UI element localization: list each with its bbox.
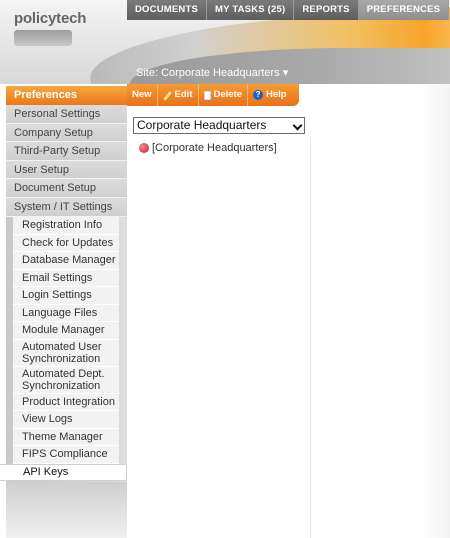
submenu-item-automated-dept-sync[interactable]: Automated Dept. Synchronization bbox=[13, 366, 119, 394]
toolbar: New Edit Delete ? Help bbox=[127, 84, 299, 106]
edit-button-label: Edit bbox=[174, 89, 193, 100]
main-panel bbox=[127, 106, 450, 538]
sidebar-item-personal-settings[interactable]: Personal Settings bbox=[6, 105, 127, 124]
site-dropdown-value: Corporate Headquarters bbox=[137, 118, 267, 132]
site-dropdown[interactable]: Corporate Headquarters bbox=[133, 117, 305, 134]
submenu-item-registration-info[interactable]: Registration Info bbox=[13, 217, 119, 235]
sidebar-item-user-setup[interactable]: User Setup bbox=[6, 160, 127, 180]
trash-icon bbox=[203, 90, 211, 100]
delete-button[interactable]: Delete bbox=[199, 84, 249, 106]
submenu-item-automated-user-sync[interactable]: Automated User Synchronization bbox=[13, 339, 119, 367]
edit-button[interactable]: Edit bbox=[158, 84, 199, 106]
app-logo: policytech bbox=[14, 10, 87, 27]
tab-documents[interactable]: DOCUMENTS bbox=[127, 0, 208, 20]
help-button[interactable]: ? Help bbox=[248, 84, 292, 106]
submenu-item-module-manager[interactable]: Module Manager bbox=[13, 322, 119, 340]
panel-divider bbox=[310, 138, 311, 538]
sidebar-footer bbox=[6, 482, 127, 538]
help-button-label: Help bbox=[266, 89, 287, 100]
site-tree-item[interactable]: [Corporate Headquarters] bbox=[139, 142, 277, 154]
logo-graphic bbox=[14, 30, 72, 46]
tab-preferences[interactable]: PREFERENCES bbox=[358, 0, 450, 20]
sidebar-item-third-party-setup[interactable]: Third-Party Setup bbox=[6, 142, 127, 161]
sidebar-menu: Personal Settings Company Setup Third-Pa… bbox=[6, 105, 127, 217]
sidebar-item-company-setup[interactable]: Company Setup bbox=[6, 123, 127, 143]
site-value[interactable]: Corporate Headquarters bbox=[161, 67, 280, 79]
app-header: policytech DOCUMENTS MY TASKS (25) REPOR… bbox=[0, 0, 450, 84]
sidebar-item-system-it-settings[interactable]: System / IT Settings bbox=[6, 197, 127, 217]
submenu-item-product-integration[interactable]: Product Integration bbox=[13, 393, 119, 411]
tab-my-tasks[interactable]: MY TASKS (25) bbox=[207, 0, 295, 20]
submenu-item-theme-manager[interactable]: Theme Manager bbox=[13, 428, 119, 446]
site-icon bbox=[139, 143, 149, 153]
submenu-item-login-settings[interactable]: Login Settings bbox=[13, 287, 119, 305]
sidebar-header: Preferences bbox=[6, 86, 127, 105]
right-edge-shade bbox=[420, 84, 450, 538]
tab-reports[interactable]: REPORTS bbox=[294, 0, 359, 20]
help-icon: ? bbox=[253, 90, 264, 100]
submenu-item-check-for-updates[interactable]: Check for Updates bbox=[13, 234, 119, 252]
site-tree-label: [Corporate Headquarters] bbox=[152, 142, 277, 154]
submenu-item-database-manager[interactable]: Database Manager bbox=[13, 252, 119, 270]
new-button[interactable]: New bbox=[127, 84, 158, 106]
system-settings-submenu: Registration Info Check for Updates Data… bbox=[13, 217, 119, 464]
chevron-down-icon[interactable]: ▾ bbox=[283, 67, 289, 79]
submenu-item-view-logs[interactable]: View Logs bbox=[13, 411, 119, 429]
site-label: Site: bbox=[136, 67, 159, 79]
submenu-item-api-keys-selected[interactable]: API Keys bbox=[0, 464, 127, 481]
pencil-icon bbox=[163, 91, 172, 100]
chevron-down-icon bbox=[292, 120, 303, 131]
submenu-item-email-settings[interactable]: Email Settings bbox=[13, 269, 119, 287]
submenu-item-language-files[interactable]: Language Files bbox=[13, 304, 119, 322]
site-selector[interactable]: Site: Corporate Headquarters ▾ bbox=[136, 66, 288, 79]
new-button-label: New bbox=[132, 89, 152, 100]
top-navigation: DOCUMENTS MY TASKS (25) REPORTS PREFEREN… bbox=[127, 0, 450, 20]
delete-button-label: Delete bbox=[213, 89, 243, 100]
sidebar-item-document-setup[interactable]: Document Setup bbox=[6, 179, 127, 198]
submenu-item-fips-compliance[interactable]: FIPS Compliance bbox=[13, 446, 119, 464]
